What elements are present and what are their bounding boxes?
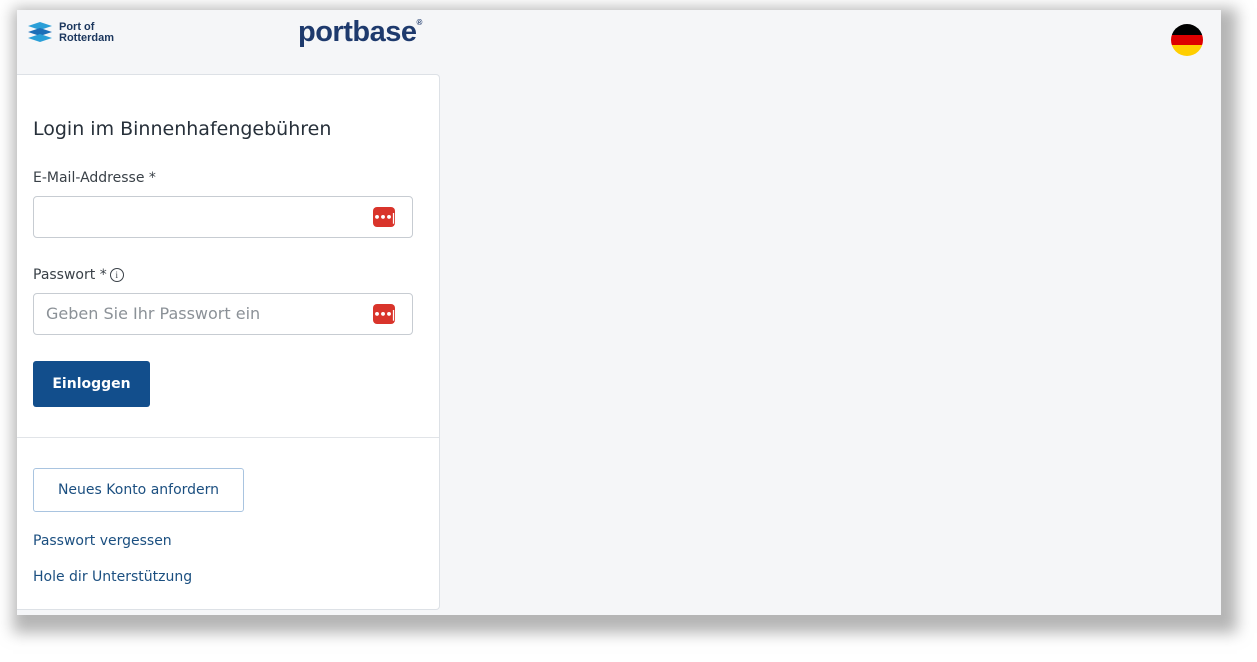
info-icon[interactable]: i	[109, 268, 124, 282]
email-label: E-Mail-Addresse *	[33, 170, 156, 186]
login-panel: Login im Binnenhafengebühren E-Mail-Addr…	[17, 74, 440, 610]
portbase-logo: portbase®	[298, 16, 422, 48]
waves-icon	[28, 22, 52, 42]
divider	[17, 437, 439, 438]
forgot-password-link[interactable]: Passwort vergessen	[33, 533, 172, 549]
request-account-button[interactable]: Neues Konto anfordern	[33, 468, 244, 512]
email-field-wrapper: •••|	[33, 196, 413, 238]
support-link[interactable]: Hole dir Unterstützung	[33, 569, 192, 585]
password-manager-icon[interactable]: •••|	[373, 207, 396, 227]
password-field[interactable]	[46, 294, 366, 332]
page-title: Login im Binnenhafengebühren	[33, 118, 332, 140]
german-flag-icon[interactable]	[1171, 24, 1203, 56]
password-field-wrapper: •••|	[33, 293, 413, 335]
password-label: Passwort * i	[33, 267, 124, 283]
app-window: Port of Rotterdam portbase® Login im Bin…	[17, 10, 1221, 615]
logo-text-line2: Rotterdam	[59, 32, 115, 44]
port-of-rotterdam-logo: Port of Rotterdam	[27, 22, 114, 44]
header: Port of Rotterdam portbase®	[17, 10, 1221, 74]
email-field[interactable]	[46, 197, 366, 235]
password-manager-icon[interactable]: •••|	[373, 304, 396, 324]
login-button[interactable]: Einloggen	[33, 361, 150, 407]
